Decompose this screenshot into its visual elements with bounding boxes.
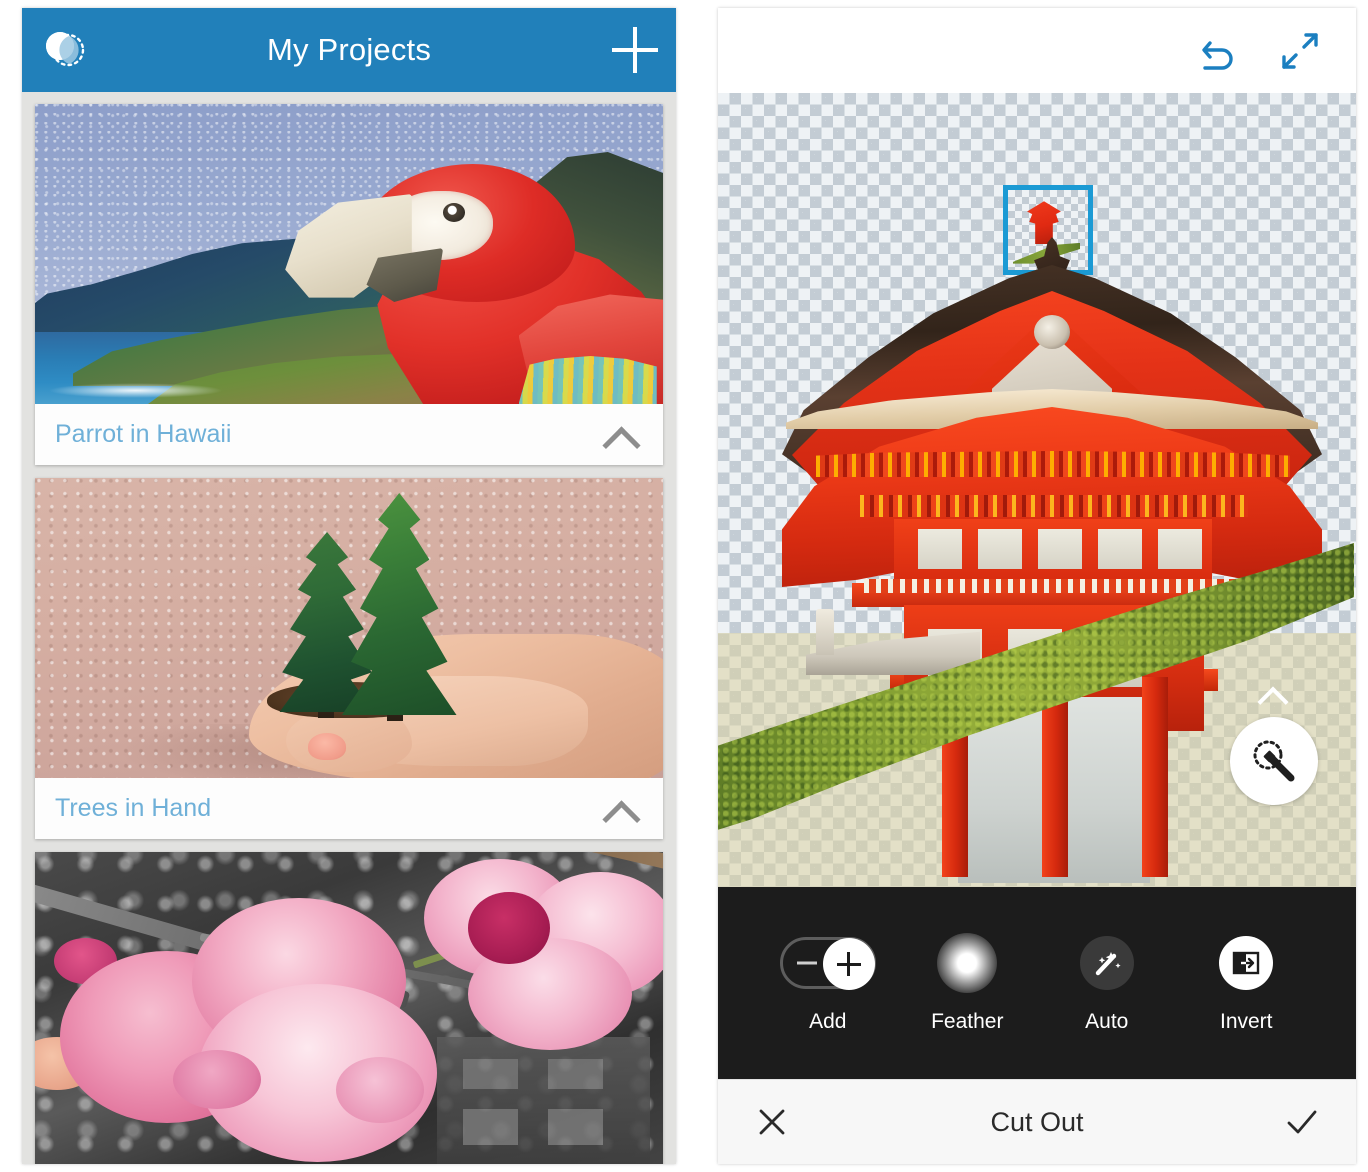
- chevron-up-icon[interactable]: [601, 797, 641, 821]
- cutout-toolbar: Add Feather Auto Invert: [718, 887, 1356, 1079]
- add-project-button[interactable]: [612, 27, 658, 73]
- feather-blob-icon[interactable]: [937, 932, 998, 994]
- page-title: My Projects: [266, 32, 432, 67]
- expand-diagonal-icon[interactable]: [1278, 29, 1322, 73]
- undo-icon[interactable]: [1196, 29, 1240, 73]
- project-row[interactable]: Parrot in Hawaii: [35, 404, 663, 465]
- project-list[interactable]: Parrot in Hawaii Trees in Hand: [22, 92, 676, 1164]
- chevron-up-icon[interactable]: [601, 423, 641, 447]
- tool-feather[interactable]: Feather: [907, 932, 1027, 1034]
- list-item[interactable]: [35, 852, 663, 1164]
- project-title: Parrot in Hawaii: [55, 420, 232, 448]
- screenshot-root: My Projects Parrot in Hawaii Trees in Ha…: [0, 0, 1368, 1172]
- tool-label: Invert: [1219, 1010, 1273, 1033]
- close-x-icon[interactable]: [752, 1102, 792, 1142]
- trees-in-hand-photo-artwork: [35, 478, 663, 778]
- tool-label: Auto: [1085, 1010, 1129, 1033]
- cherry-blossom-photo-artwork: [35, 852, 663, 1164]
- project-thumbnail-blossom[interactable]: [35, 852, 663, 1164]
- magic-wand-button[interactable]: [1230, 717, 1318, 805]
- chevron-up-icon[interactable]: [1258, 687, 1288, 705]
- tool-invert[interactable]: Invert: [1186, 932, 1306, 1034]
- tool-add[interactable]: Add: [768, 932, 888, 1034]
- project-row[interactable]: Trees in Hand: [35, 778, 663, 839]
- cutout-editor-panel: Add Feather Auto Invert Cut Out: [718, 8, 1356, 1164]
- editor-header: [718, 8, 1356, 93]
- checkmark-icon[interactable]: [1282, 1102, 1322, 1142]
- minus-plus-toggle-icon[interactable]: [779, 932, 876, 994]
- list-item[interactable]: Trees in Hand: [35, 478, 663, 839]
- tool-auto[interactable]: Auto: [1047, 932, 1167, 1034]
- app-header: My Projects: [22, 8, 676, 92]
- project-title: Trees in Hand: [55, 794, 212, 822]
- selection-circle-logo-icon[interactable]: [39, 25, 89, 75]
- edit-canvas[interactable]: [718, 93, 1356, 887]
- action-bar-title: Cut Out: [990, 1106, 1084, 1137]
- tool-label: Feather: [931, 1010, 1004, 1033]
- invert-selection-icon[interactable]: [1219, 932, 1274, 994]
- projects-app-panel: My Projects Parrot in Hawaii Trees in Ha…: [22, 8, 676, 1164]
- action-bar: Cut Out: [718, 1079, 1356, 1164]
- parrot-photo-artwork: [35, 104, 663, 404]
- stone-post-artwork: [816, 609, 834, 655]
- tool-label: Add: [809, 1010, 847, 1033]
- magic-wand-auto-icon[interactable]: [1079, 932, 1134, 994]
- project-thumbnail-trees[interactable]: [35, 478, 663, 778]
- project-thumbnail-parrot[interactable]: [35, 104, 663, 404]
- list-item[interactable]: Parrot in Hawaii: [35, 104, 663, 465]
